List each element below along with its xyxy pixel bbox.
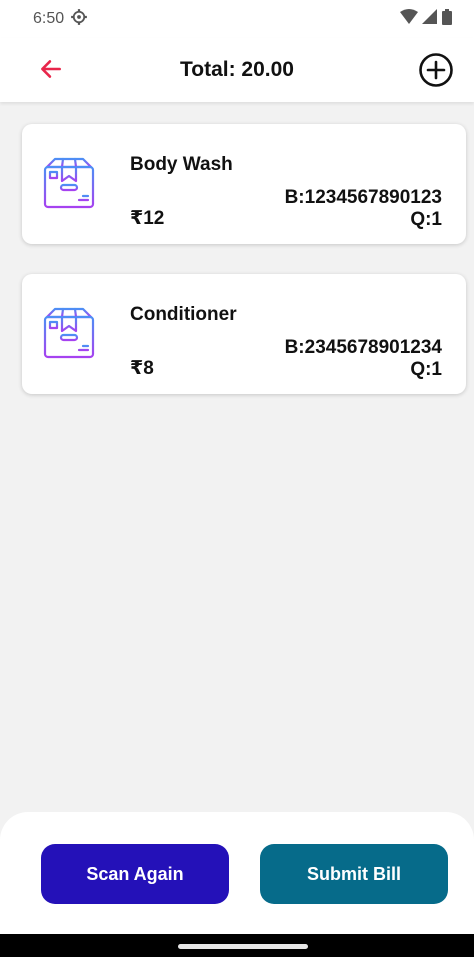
app-bar: Total: 20.00 (0, 38, 474, 102)
submit-bill-button[interactable]: Submit Bill (260, 844, 448, 904)
status-left: 6:50 (33, 8, 88, 31)
settings-gear-icon (70, 8, 88, 31)
signal-icon (422, 8, 438, 30)
item-price: ₹8 (130, 358, 154, 379)
page-title: Total: 20.00 (180, 58, 294, 81)
item-price: ₹12 (130, 208, 165, 229)
back-button[interactable] (36, 54, 66, 84)
screen: 6:50 Total: 20.00 Body Wash B:1234567890… (0, 0, 474, 957)
status-right (400, 8, 452, 30)
status-time: 6:50 (33, 10, 65, 27)
home-gesture-pill[interactable] (178, 944, 308, 949)
battery-icon (442, 8, 452, 30)
package-box-icon (43, 307, 95, 359)
item-card[interactable]: Body Wash B:1234567890123 ₹12 Q:1 (22, 124, 466, 244)
item-name: Conditioner (130, 304, 237, 325)
item-barcode: B:1234567890123 (284, 187, 442, 208)
item-name: Body Wash (130, 154, 233, 175)
item-card[interactable]: Conditioner B:2345678901234 ₹8 Q:1 (22, 274, 466, 394)
status-bar: 6:50 (0, 0, 474, 38)
plus-circle-icon (419, 53, 453, 87)
item-quantity: Q:1 (410, 359, 442, 380)
wifi-icon (400, 8, 418, 30)
system-nav-bar (0, 934, 474, 957)
add-item-button[interactable] (416, 50, 456, 90)
item-quantity: Q:1 (410, 209, 442, 230)
scan-again-button[interactable]: Scan Again (41, 844, 229, 904)
item-barcode: B:2345678901234 (284, 337, 442, 358)
bottom-action-panel: Scan Again Submit Bill (0, 812, 474, 934)
arrow-left-icon (41, 60, 61, 78)
item-list: Body Wash B:1234567890123 ₹12 Q:1 Condit… (22, 124, 466, 424)
package-box-icon (43, 157, 95, 209)
